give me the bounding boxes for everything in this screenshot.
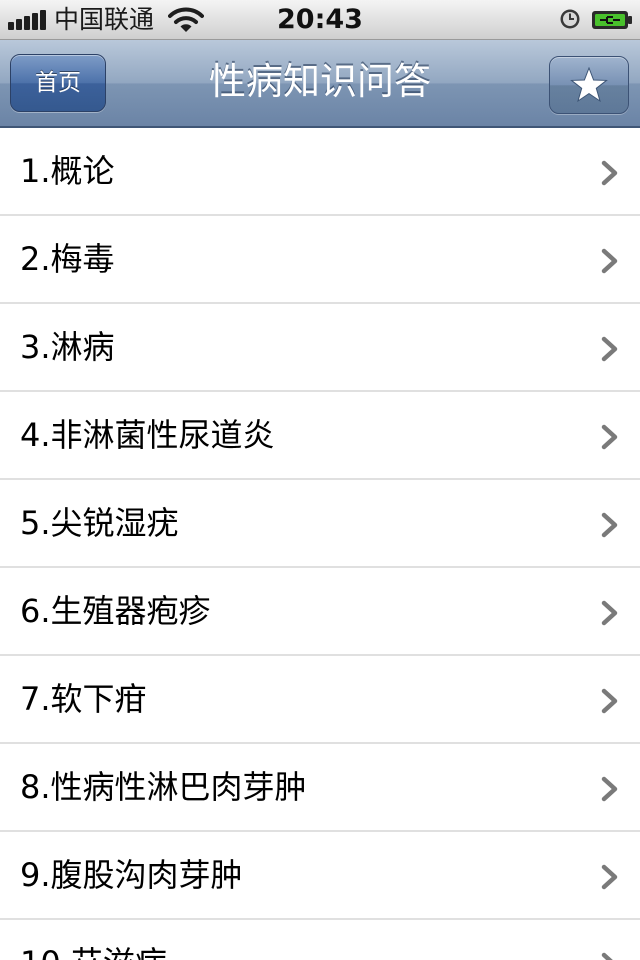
status-bar: 中国联通 20:43 [0,0,640,40]
navigation-bar: 首页 性病知识问答 [0,40,640,128]
chevron-right-icon [601,248,618,274]
home-button[interactable]: 首页 [10,54,106,112]
list-item[interactable]: 6.生殖器疱疹 [0,568,640,656]
chevron-right-icon [601,952,613,960]
list-item[interactable]: 2.梅毒 [0,216,640,304]
screen: 中国联通 20:43 首页 性病知识问答 1.概论 2.梅毒 3.淋病 4.非淋… [0,0,640,960]
chevron-right-icon [601,512,618,538]
list-item[interactable]: 5.尖锐湿疣 [0,480,640,568]
list-item[interactable]: 7.软下疳 [0,656,640,744]
chevron-right-icon [601,336,618,362]
list-item[interactable]: 9.腹股沟肉芽肿 [0,832,640,920]
chevron-right-icon [601,688,618,714]
list-item[interactable]: 8.性病性淋巴肉芽肿 [0,744,640,832]
chevron-right-icon [601,864,618,890]
list-item-label: 7.软下疳 [20,680,147,718]
list-item-label: 9.腹股沟肉芽肿 [20,856,243,894]
list-item-label: 1.概论 [20,152,115,190]
list-item-label: 6.生殖器疱疹 [20,592,211,630]
alarm-icon [560,9,580,29]
list-item[interactable]: 3.淋病 [0,304,640,392]
list-item-label: 8.性病性淋巴肉芽肿 [20,768,307,806]
chevron-right-icon [601,600,618,626]
chevron-right-icon [601,424,618,450]
list-item[interactable]: 4.非淋菌性尿道炎 [0,392,640,480]
list-item-label: 2.梅毒 [20,240,115,278]
list-item[interactable]: 1.概论 [0,128,640,216]
chevron-right-icon [601,160,618,186]
topic-list: 1.概论 2.梅毒 3.淋病 4.非淋菌性尿道炎 5.尖锐湿疣 6.生殖器疱疹 … [0,128,640,960]
chevron-right-icon [601,776,618,802]
star-icon [570,67,608,103]
battery-charging-icon [592,11,632,29]
list-item[interactable]: 10.艾滋病 [0,920,640,960]
status-time: 20:43 [277,4,363,35]
list-item-label: 10.艾滋病 [20,920,167,960]
list-item-label: 4.非淋菌性尿道炎 [20,416,275,454]
favorite-button[interactable] [549,56,629,114]
list-item-label: 5.尖锐湿疣 [20,504,179,542]
page-title: 性病知识问答 [209,60,431,103]
list-item-label: 3.淋病 [20,328,115,366]
